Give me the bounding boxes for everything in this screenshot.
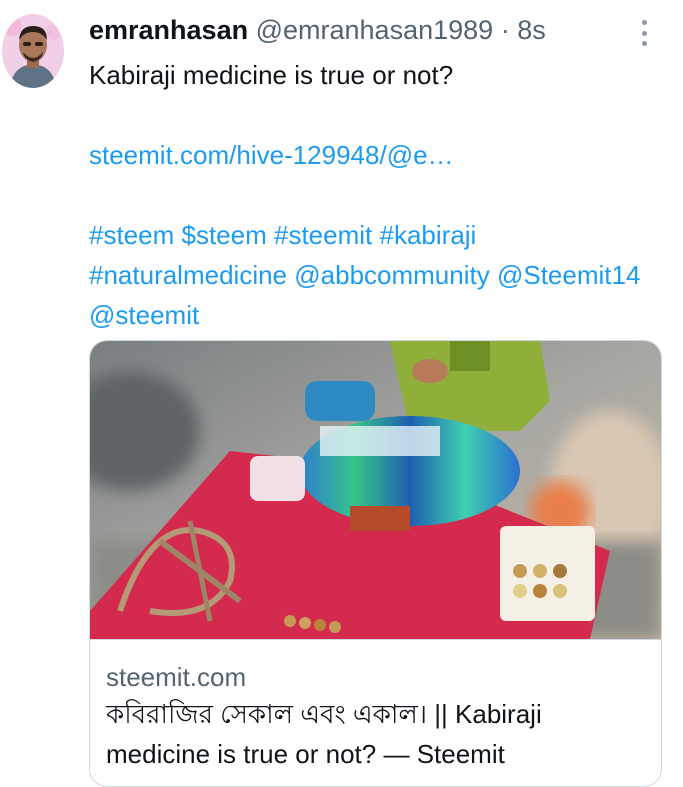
hashtag-steemit[interactable]: #steemit <box>274 220 372 250</box>
cashtag-steem[interactable]: $steem <box>182 220 267 250</box>
card-preview-image <box>90 341 661 639</box>
author-handle[interactable]: @emranhasan1989 <box>256 15 494 45</box>
header-separator: · <box>500 15 510 45</box>
link-preview-card[interactable]: steemit.com কবিরাজির সেকাল এবং একাল। || … <box>89 340 662 787</box>
tweet-header: emranhasan @emranhasan1989 · 8s <box>89 14 546 46</box>
card-body: steemit.com কবিরাজির সেকাল এবং একাল। || … <box>90 639 661 786</box>
mention-steemit[interactable]: @steemit <box>89 300 199 330</box>
mention-abbcommunity[interactable]: @abbcommunity <box>294 260 489 290</box>
hashtag-steem[interactable]: #steem <box>89 220 174 250</box>
tweet-main-text: Kabiraji medicine is true or not? <box>89 60 454 90</box>
card-title: কবিরাজির সেকাল এবং একাল। || Kabiraji med… <box>106 699 542 769</box>
tweet-text: Kabiraji medicine is true or not? steemi… <box>89 55 649 335</box>
author-name[interactable]: emranhasan <box>89 15 248 45</box>
mention-steemit14[interactable]: @Steemit14 <box>497 260 640 290</box>
hashtag-naturalmedicine[interactable]: #naturalmedicine <box>89 260 287 290</box>
tweet-time[interactable]: 8s <box>517 15 546 45</box>
avatar-image <box>2 14 64 88</box>
hashtag-kabiraji[interactable]: #kabiraji <box>380 220 477 250</box>
avatar[interactable] <box>2 14 64 88</box>
card-domain: steemit.com <box>106 662 247 692</box>
hashtag-block: #steem $steem #steemit #kabiraji #natura… <box>89 215 649 335</box>
more-vertical-icon[interactable] <box>636 20 652 46</box>
tweet-link[interactable]: steemit.com/hive-129948/@e… <box>89 140 454 170</box>
